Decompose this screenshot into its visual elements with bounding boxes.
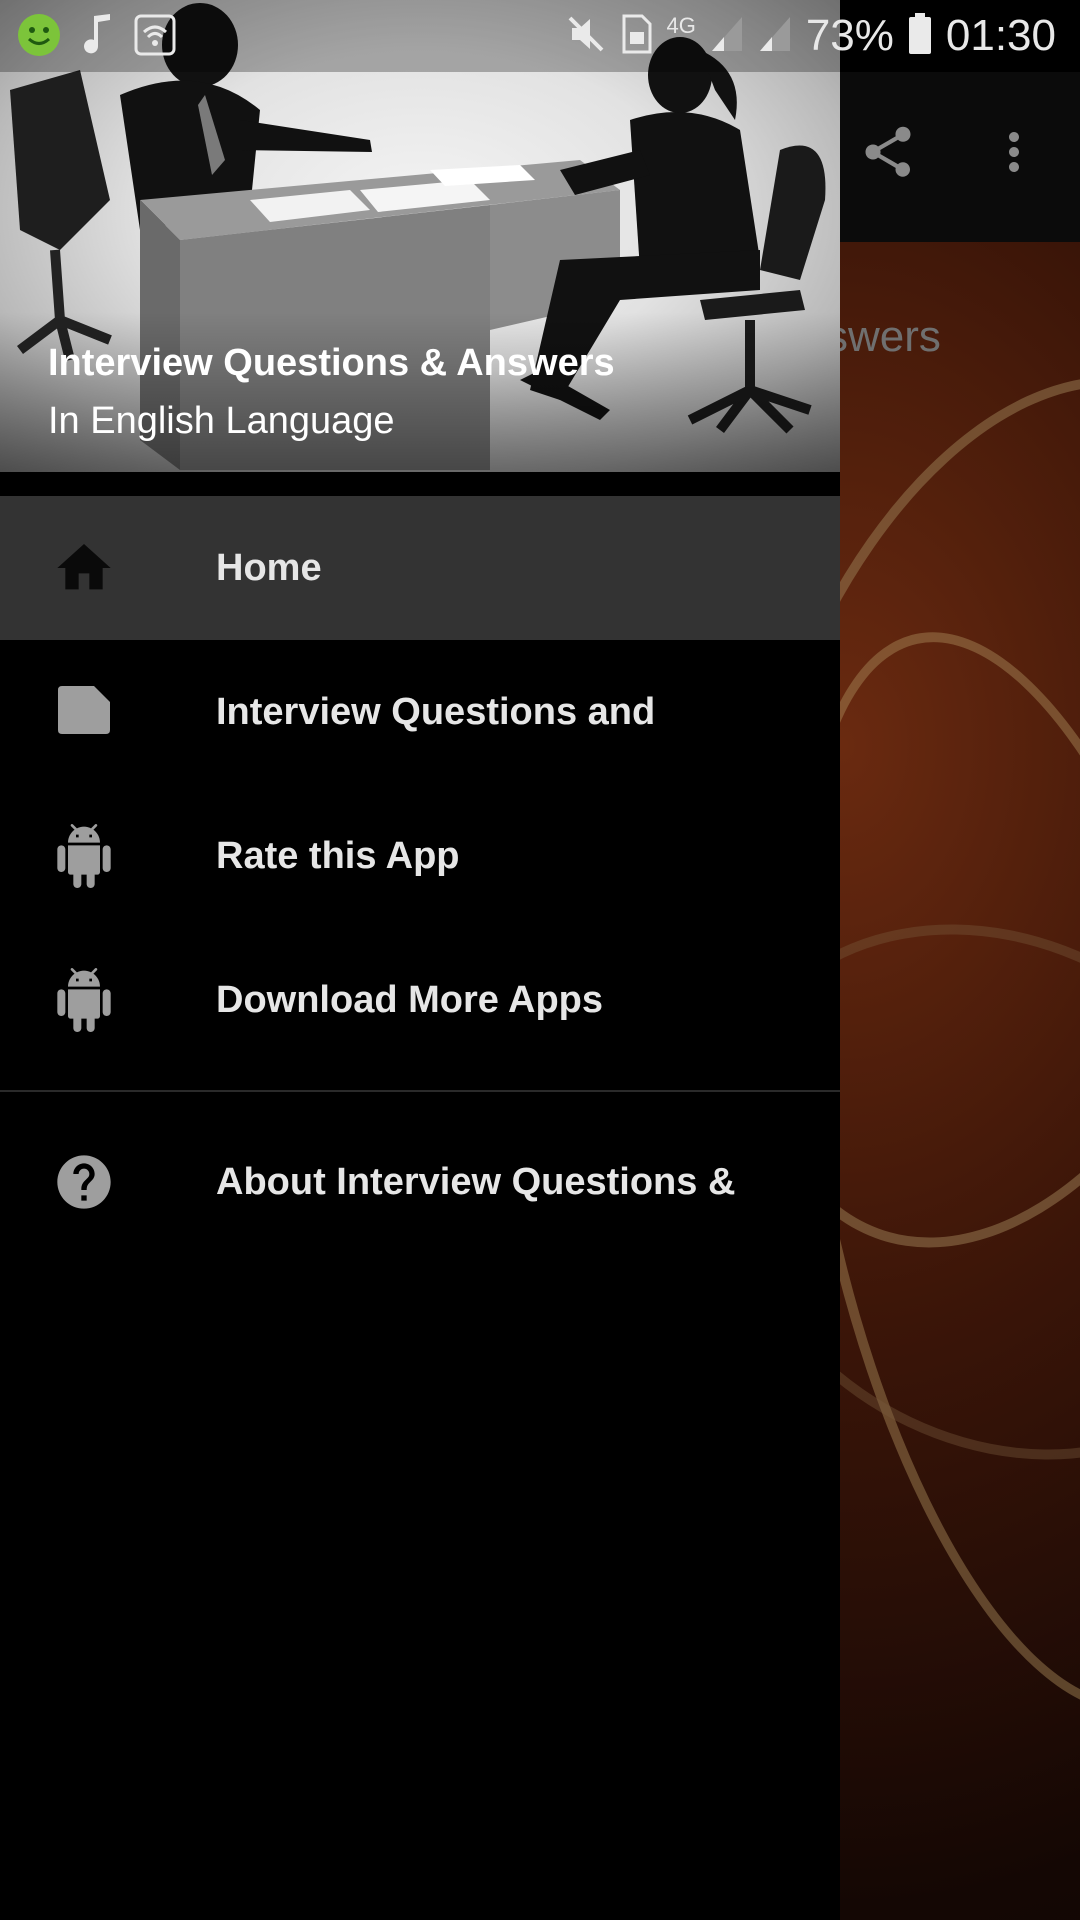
sim-icon <box>620 14 652 58</box>
smiley-app-icon <box>16 12 62 62</box>
drawer-title: Interview Questions & Answers <box>48 342 615 384</box>
signal-icon-2 <box>758 15 792 57</box>
clock: 01:30 <box>945 11 1056 60</box>
drawer-menu: Home Interview Questions and Rate this A… <box>0 496 840 1254</box>
help-circle-icon <box>50 1148 118 1216</box>
battery-percent: 73% <box>805 11 894 60</box>
status-bar: 4G 73% 01:30 <box>0 0 1080 72</box>
menu-item-about[interactable]: About Interview Questions & <box>0 1110 840 1254</box>
menu-item-label: Rate this App <box>216 834 460 877</box>
wifi-box-icon <box>134 14 176 60</box>
mute-icon <box>566 14 606 58</box>
signal-icon <box>710 15 744 57</box>
android-icon <box>50 822 118 890</box>
share-icon[interactable] <box>856 120 920 184</box>
music-note-icon <box>80 12 116 62</box>
network-type-label: 4G <box>666 13 696 38</box>
menu-item-label: Home <box>216 546 322 589</box>
menu-item-rate-app[interactable]: Rate this App <box>0 784 840 928</box>
battery-icon <box>908 13 932 59</box>
menu-item-download-apps[interactable]: Download More Apps <box>0 928 840 1072</box>
menu-divider <box>0 1090 840 1092</box>
note-icon <box>50 678 118 746</box>
menu-item-label: Interview Questions and <box>216 690 656 733</box>
drawer-subtitle: In English Language <box>48 400 395 442</box>
menu-item-home[interactable]: Home <box>0 496 840 640</box>
menu-item-label: Download More Apps <box>216 978 604 1021</box>
header-shade <box>0 312 840 472</box>
home-icon <box>50 534 118 602</box>
menu-item-label: About Interview Questions & <box>216 1160 736 1203</box>
navigation-drawer: Interview Questions & Answers In English… <box>0 0 840 1920</box>
content-title-fragment: swers <box>826 312 941 361</box>
android-icon <box>50 966 118 1034</box>
menu-item-interview-questions[interactable]: Interview Questions and <box>0 640 840 784</box>
more-vert-icon[interactable] <box>982 120 1046 184</box>
